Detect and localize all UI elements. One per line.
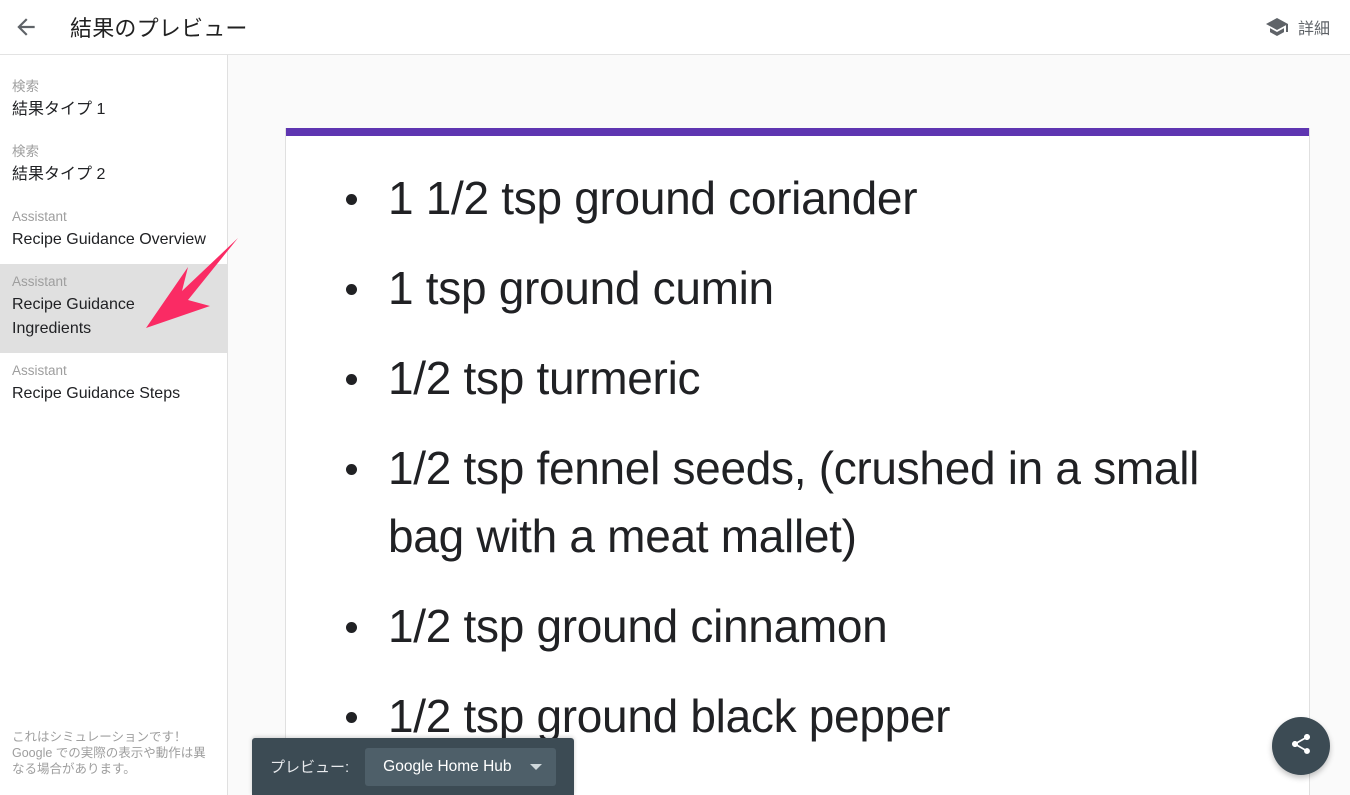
sidebar-list: 検索 結果タイプ 1 検索 結果タイプ 2 Assistant Recipe G…: [0, 55, 227, 418]
list-item: 1 tsp ground cumin: [332, 254, 1275, 322]
sidebar-item-result-type-2[interactable]: 検索 結果タイプ 2: [0, 134, 227, 199]
simulation-disclaimer: これはシミュレーションです！Google での実際の表示や動作は異なる場合があり…: [12, 730, 206, 776]
sidebar-item-recipe-guidance-steps[interactable]: Assistant Recipe Guidance Steps: [0, 353, 227, 418]
back-button[interactable]: [2, 3, 50, 51]
list-item: 1/2 tsp turmeric: [332, 344, 1275, 412]
list-item: 1/2 tsp fennel seeds, (crushed in a smal…: [332, 434, 1275, 570]
device-select-label: Google Home Hub: [383, 757, 512, 775]
arrow-left-icon: [13, 14, 39, 40]
sidebar-item-recipe-guidance-ingredients[interactable]: Assistant Recipe Guidance Ingredients: [0, 264, 227, 353]
share-icon: [1289, 732, 1313, 761]
ingredient-list: 1 1/2 tsp ground coriander 1 tsp ground …: [286, 136, 1309, 750]
list-item: 1 1/2 tsp ground coriander: [332, 164, 1275, 232]
sidebar-item-kicker: 検索: [12, 144, 39, 159]
preview-bar-label: プレビュー:: [270, 759, 350, 776]
sidebar-item-kicker: Assistant: [12, 209, 67, 224]
sidebar: 検索 結果タイプ 1 検索 結果タイプ 2 Assistant Recipe G…: [0, 55, 228, 795]
graduation-cap-icon: [1265, 15, 1289, 39]
sidebar-item-result-type-1[interactable]: 検索 結果タイプ 1: [0, 69, 227, 134]
sidebar-item-label: 結果タイプ 2: [12, 166, 106, 183]
details-label: 詳細: [1297, 21, 1330, 38]
details-button[interactable]: 詳細: [1265, 15, 1330, 39]
sidebar-item-kicker: 検索: [12, 79, 39, 94]
card-accent-bar: [286, 128, 1309, 136]
sidebar-item-kicker: Assistant: [12, 274, 67, 289]
chevron-down-icon: [529, 763, 542, 770]
app-root: 結果のプレビュー 詳細 検索 結果タイプ 1 検索 結果タイプ 2 Assist…: [0, 0, 1350, 795]
sidebar-item-label: 結果タイプ 1: [12, 101, 106, 118]
result-preview-card: 1 1/2 tsp ground coriander 1 tsp ground …: [285, 128, 1310, 795]
sidebar-item-label: Recipe Guidance Overview: [12, 231, 206, 248]
sidebar-item-label: Recipe Guidance Steps: [12, 385, 181, 402]
app-header: 結果のプレビュー 詳細: [0, 0, 1350, 55]
sidebar-item-label: Recipe Guidance Ingredients: [12, 296, 135, 337]
page-title: 結果のプレビュー: [70, 16, 248, 41]
sidebar-item-recipe-guidance-overview[interactable]: Assistant Recipe Guidance Overview: [0, 199, 227, 264]
preview-device-bar: プレビュー: Google Home Hub: [252, 738, 574, 795]
preview-content-area: 1 1/2 tsp ground coriander 1 tsp ground …: [228, 55, 1350, 795]
list-item: 1/2 tsp ground cinnamon: [332, 592, 1275, 660]
share-button[interactable]: [1272, 717, 1330, 775]
sidebar-item-kicker: Assistant: [12, 363, 67, 378]
device-select[interactable]: Google Home Hub: [365, 747, 556, 786]
